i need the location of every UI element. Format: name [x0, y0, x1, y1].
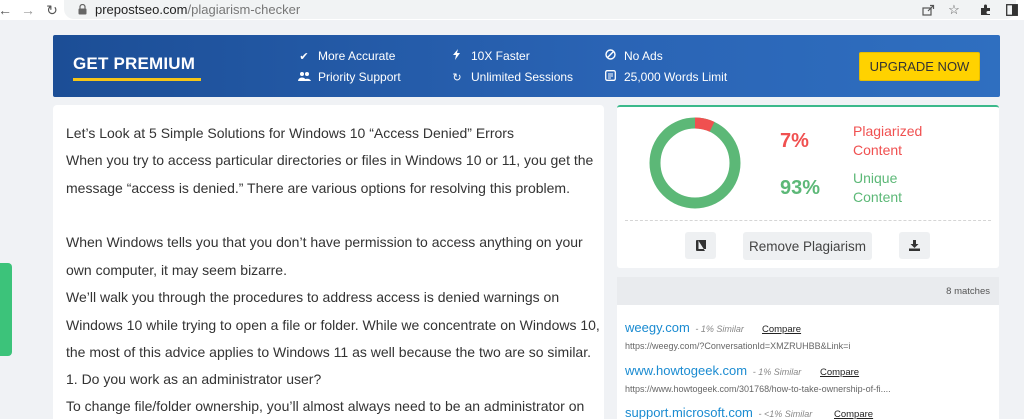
feature-label: Unlimited Sessions: [471, 70, 574, 84]
article-line: Windows 10 while trying to open a file o…: [66, 317, 600, 333]
compare-link[interactable]: Compare: [820, 367, 859, 378]
feature-more-accurate: ✔ More Accurate: [297, 49, 395, 63]
book-icon: [695, 240, 706, 251]
matches-count: 8 matches: [946, 286, 990, 297]
ban-icon: [603, 49, 617, 63]
unique-label-line: Unique: [853, 170, 898, 186]
back-icon[interactable]: ←: [0, 0, 12, 20]
compare-link[interactable]: Compare: [762, 324, 801, 335]
plagiarized-label: Plagiarized Content: [853, 122, 922, 160]
download-button[interactable]: [899, 232, 930, 259]
feedback-side-tab[interactable]: [0, 263, 12, 356]
address-bar[interactable]: prepostseo.com/plagiarism-checker: [64, 0, 1016, 19]
feature-label: Priority Support: [318, 70, 401, 84]
remove-plagiarism-button[interactable]: Remove Plagiarism: [743, 232, 872, 260]
feature-words-limit: 25,000 Words Limit: [603, 70, 727, 84]
forward-icon[interactable]: →: [20, 0, 36, 20]
result-divider: [625, 220, 991, 221]
matches-panel: 8 matches weegy.com - 1% Similar Compare…: [617, 277, 999, 419]
article-text-area[interactable]: Let’s Look at 5 Simple Solutions for Win…: [53, 105, 604, 419]
match-similarity: - 1% Similar: [695, 324, 744, 334]
feature-no-ads: No Ads: [603, 49, 663, 63]
report-button[interactable]: [685, 232, 716, 259]
article-line: We’ll walk you through the procedures to…: [66, 289, 560, 305]
match-site-link[interactable]: weegy.com - 1% Similar: [625, 320, 744, 335]
article-line: To change file/folder ownership, you’ll …: [66, 398, 585, 414]
url-host: prepostseo.com: [95, 2, 188, 17]
article-line: own computer, it may seem bizarre.: [66, 262, 287, 278]
match-url: https://weegy.com/?ConversationId=XMZRUH…: [625, 341, 851, 351]
match-similarity: - <1% Similar: [758, 409, 813, 419]
plagiarized-percent: 7%: [780, 130, 809, 152]
document-icon: [603, 70, 617, 84]
reload-icon[interactable]: ↻: [44, 0, 60, 20]
star-icon[interactable]: ☆: [946, 0, 962, 20]
upgrade-now-button[interactable]: UPGRADE NOW: [859, 52, 980, 81]
plagiarized-label-line: Content: [853, 142, 903, 158]
feature-priority-support: Priority Support: [297, 70, 401, 84]
download-icon: [909, 240, 920, 251]
feature-label: 10X Faster: [471, 49, 530, 63]
article-line: 1. Do you work as an administrator user?: [66, 371, 322, 387]
unique-percent: 93%: [780, 177, 821, 199]
article-line: the most of this advice applies to Windo…: [66, 344, 591, 360]
matches-header: 8 matches: [617, 277, 999, 305]
compare-link[interactable]: Compare: [834, 409, 873, 419]
feature-label: 25,000 Words Limit: [624, 70, 728, 84]
check-icon: ✔: [299, 50, 309, 63]
users-icon: [297, 71, 311, 84]
plagiarism-donut-chart: [649, 117, 741, 209]
article-line: When you try to access particular direct…: [66, 152, 594, 168]
match-site-name: weegy.com: [625, 320, 690, 335]
premium-underline: [73, 78, 201, 81]
unique-label-line: Content: [853, 189, 903, 205]
bolt-icon: [450, 49, 464, 63]
article-line: message “access is denied.” There are va…: [66, 180, 570, 196]
plagiarized-label-line: Plagiarized: [853, 123, 923, 139]
url-text: prepostseo.com/plagiarism-checker: [95, 2, 300, 17]
extensions-icon[interactable]: [978, 0, 994, 20]
side-panel-icon[interactable]: [1004, 0, 1020, 20]
browser-toolbar: ← → ↻ prepostseo.com/plagiarism-checker …: [0, 0, 1024, 20]
article-line: Let’s Look at 5 Simple Solutions for Win…: [66, 125, 514, 141]
share-icon[interactable]: [920, 0, 936, 20]
premium-banner: GET PREMIUM ✔ More Accurate Priority Sup…: [53, 35, 1000, 97]
donut-unique-segment: [649, 117, 741, 209]
match-site-name: support.microsoft.com: [625, 405, 753, 419]
url-path: /plagiarism-checker: [187, 2, 301, 17]
match-site-link[interactable]: www.howtogeek.com - 1% Similar: [625, 363, 801, 378]
lock-icon: [78, 4, 87, 15]
result-card: 7% Plagiarized Content 93% Unique Conten…: [617, 105, 999, 268]
match-url: https://www.howtogeek.com/301768/how-to-…: [625, 384, 891, 394]
match-similarity: - 1% Similar: [752, 367, 802, 377]
feature-label: No Ads: [624, 49, 663, 63]
article-line: When Windows tells you that you don’t ha…: [66, 234, 583, 250]
premium-title: GET PREMIUM: [73, 54, 196, 73]
match-site-link[interactable]: support.microsoft.com - <1% Similar: [625, 405, 812, 419]
match-site-name: www.howtogeek.com: [625, 363, 748, 378]
feature-10x-faster: 10X Faster: [450, 49, 530, 63]
feature-label: More Accurate: [318, 49, 396, 63]
feature-unlimited-sessions: ↻ Unlimited Sessions: [450, 70, 573, 84]
unique-label: Unique Content: [853, 169, 902, 207]
sync-icon: ↻: [452, 71, 462, 84]
